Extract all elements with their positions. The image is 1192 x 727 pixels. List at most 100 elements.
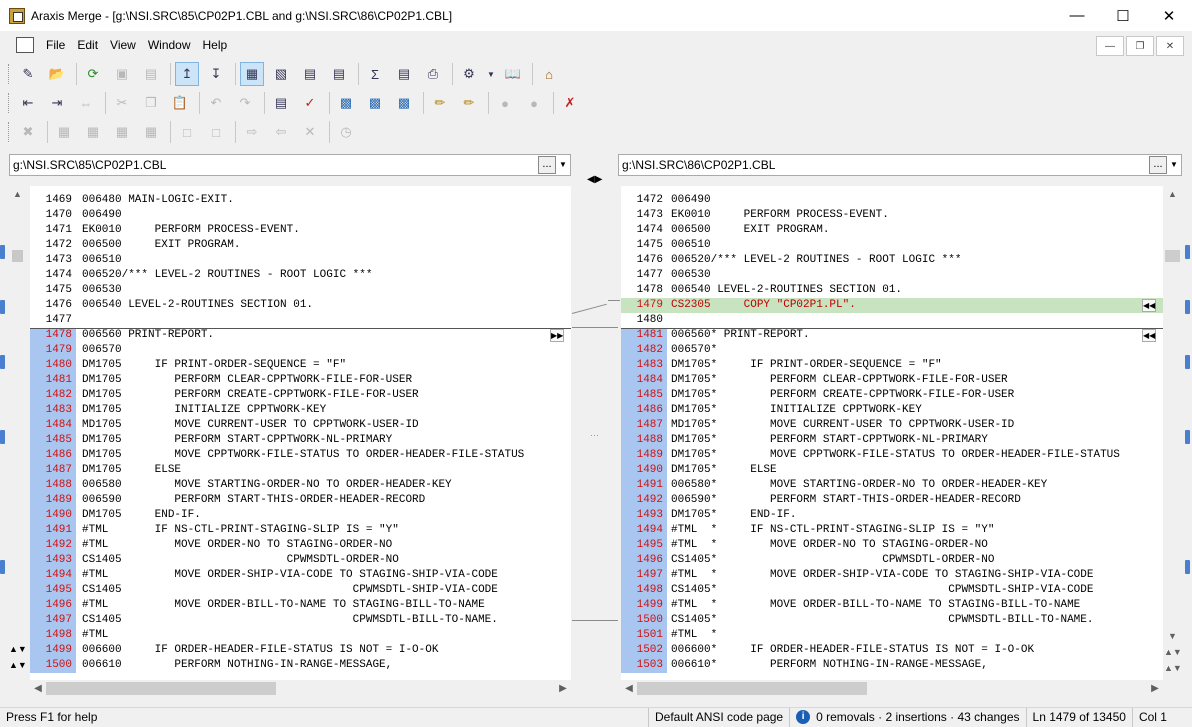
merge-left-icon[interactable]: ⇤	[16, 91, 40, 115]
menu-edit[interactable]: Edit	[71, 38, 104, 52]
new-comparison-icon[interactable]: ✎	[16, 62, 40, 86]
code-line[interactable]: 1473 EK0010 PERFORM PROCESS-EVENT.	[621, 208, 1163, 223]
code-line[interactable]: 1484 MD1705 MOVE CURRENT-USER TO CPPTWORK…	[30, 418, 571, 433]
left-gutter-prev-icon[interactable]: ▲▼	[9, 644, 27, 654]
transfer-back-icon[interactable]: ⇦	[269, 120, 293, 144]
page-edit-icon[interactable]: □	[204, 120, 228, 144]
code-line[interactable]: 1502 006600* IF ORDER-HEADER-FILE-STATUS …	[621, 643, 1163, 658]
report-icon[interactable]: ▤	[392, 62, 416, 86]
left-scroll-left-icon[interactable]: ◀	[30, 680, 46, 697]
code-line[interactable]: 1481 006560* PRINT-REPORT.	[621, 328, 1163, 343]
code-line[interactable]: 1499 006600 IF ORDER-HEADER-FILE-STATUS I…	[30, 643, 571, 658]
pane-swap-icon[interactable]: ◀▶	[587, 174, 602, 185]
grid-split-icon[interactable]: ▦	[110, 120, 134, 144]
code-line[interactable]: 1493 CS1405 CPWMSDTL-ORDER-NO	[30, 553, 571, 568]
code-line[interactable]: 1489 006590 PERFORM START-THIS-ORDER-HEAD…	[30, 493, 571, 508]
code-line[interactable]: 1478 006540 LEVEL-2-ROUTINES SECTION 01.	[621, 283, 1163, 298]
menu-file[interactable]: File	[40, 38, 71, 52]
code-line[interactable]: 1501 #TML *	[621, 628, 1163, 643]
code-line[interactable]: 1488 DM1705* PERFORM START-CPPTWORK-NL-PR…	[621, 433, 1163, 448]
code-line[interactable]: 1503 006610* PERFORM NOTHING-IN-RANGE-MES…	[621, 658, 1163, 673]
highlight-next-icon[interactable]: ✏	[457, 91, 481, 115]
right-gutter-up-icon[interactable]: ▲	[1164, 186, 1181, 203]
left-hscroll-thumb[interactable]	[46, 682, 276, 695]
right-hscroll[interactable]: ◀ ▶	[621, 680, 1163, 697]
left-hscroll[interactable]: ◀ ▶	[30, 680, 571, 697]
left-path-dropdown-icon[interactable]: ▼	[557, 156, 569, 174]
code-line[interactable]: 1479 006570	[30, 343, 571, 358]
code-line[interactable]: 1483 DM1705* IF PRINT-ORDER-SEQUENCE = "F…	[621, 358, 1163, 373]
grid-add-icon[interactable]: ▦	[139, 120, 163, 144]
code-line[interactable]: 1490 DM1705 END-IF.	[30, 508, 571, 523]
code-line[interactable]: 1470 006490	[30, 208, 571, 223]
right-scroll-left-icon[interactable]: ◀	[621, 680, 637, 697]
code-line[interactable]: 1498 #TML	[30, 628, 571, 643]
transfer-icon[interactable]: ⇨	[240, 120, 264, 144]
code-line[interactable]: 1497 CS1405 CPWMSDTL-BILL-TO-NAME.	[30, 613, 571, 628]
code-line[interactable]: 1488 006580 MOVE STARTING-ORDER-NO TO ORD…	[30, 478, 571, 493]
previous-change-icon[interactable]: ↥	[175, 62, 199, 86]
right-browse-button[interactable]: ...	[1149, 156, 1167, 174]
left-browse-button[interactable]: ...	[538, 156, 556, 174]
code-line[interactable]: 1484 DM1705* PERFORM CLEAR-CPPTWORK-FILE-…	[621, 373, 1163, 388]
code-line[interactable]: 1481 DM1705 PERFORM CLEAR-CPPTWORK-FILE-F…	[30, 373, 571, 388]
right-path-field[interactable]: g:\NSI.SRC\86\CP02P1.CBL ... ▼	[618, 154, 1182, 176]
code-line[interactable]: 1471 EK0010 PERFORM PROCESS-EVENT.	[30, 223, 571, 238]
right-insertion-collapse-icon[interactable]: ◀◀	[1142, 299, 1156, 312]
code-line[interactable]: 1489 DM1705* MOVE CPPTWORK-FILE-STATUS TO…	[621, 448, 1163, 463]
code-line[interactable]: 1474 006500 EXIT PROGRAM.	[621, 223, 1163, 238]
right-scroll-right-icon[interactable]: ▶	[1147, 680, 1163, 697]
splitter-grip[interactable]: ⋯	[590, 430, 599, 441]
page-icon[interactable]: □	[175, 120, 199, 144]
code-line[interactable]: 1487 MD1705* MOVE CURRENT-USER TO CPPTWOR…	[621, 418, 1163, 433]
code-line[interactable]: 1498 CS1405* CPWMSDTL-SHIP-VIA-CODE	[621, 583, 1163, 598]
comment-prev-icon[interactable]: ●	[493, 91, 517, 115]
code-line[interactable]: 1480	[621, 313, 1163, 328]
undo-icon[interactable]: ↶	[204, 91, 228, 115]
mdi-restore-button[interactable]: ❐	[1126, 36, 1154, 56]
code-line[interactable]: 1472 006490	[621, 193, 1163, 208]
code-line[interactable]: 1486 DM1705 MOVE CPPTWORK-FILE-STATUS TO …	[30, 448, 571, 463]
code-line[interactable]: 1493 DM1705* END-IF.	[621, 508, 1163, 523]
code-line[interactable]: 1495 CS1405 CPWMSDTL-SHIP-VIA-CODE	[30, 583, 571, 598]
code-line[interactable]: 1486 DM1705* INITIALIZE CPPTWORK-KEY	[621, 403, 1163, 418]
home-icon[interactable]: ⌂	[537, 62, 561, 86]
save-all-icon[interactable]: ▤	[139, 62, 163, 86]
code-line[interactable]: 1490 DM1705* ELSE	[621, 463, 1163, 478]
right-gutter-prev-icon[interactable]: ▲▼	[1164, 644, 1182, 661]
code-line[interactable]: 1478 006560 PRINT-REPORT.	[30, 328, 571, 343]
code-line[interactable]: 1477 006530	[621, 268, 1163, 283]
code-line[interactable]: 1491 #TML IF NS-CTL-PRINT-STAGING-SLIP IS…	[30, 523, 571, 538]
code-line[interactable]: 1496 CS1405* CPWMSDTL-ORDER-NO	[621, 553, 1163, 568]
summary-icon[interactable]: Σ	[363, 62, 387, 86]
code-line[interactable]: 1485 DM1705 PERFORM START-CPPTWORK-NL-PRI…	[30, 433, 571, 448]
close-button[interactable]: ✕	[1146, 0, 1192, 31]
left-scroll-right-icon[interactable]: ▶	[555, 680, 571, 697]
grid-merge-icon[interactable]: ▦	[81, 120, 105, 144]
horizontal-layout-icon[interactable]: ▤	[298, 62, 322, 86]
merge-all-icon[interactable]: ⇔	[74, 91, 98, 115]
code-line[interactable]: 1472 006500 EXIT PROGRAM.	[30, 238, 571, 253]
merge-right-icon[interactable]: ⇥	[45, 91, 69, 115]
code-line[interactable]: 1483 DM1705 INITIALIZE CPPTWORK-KEY	[30, 403, 571, 418]
left-gutter-up-icon[interactable]: ▲	[9, 186, 26, 203]
next-change-icon[interactable]: ↧	[204, 62, 228, 86]
left-path-field[interactable]: g:\NSI.SRC\85\CP02P1.CBL ... ▼	[9, 154, 571, 176]
options-dropdown-icon[interactable]: ▼	[486, 62, 496, 86]
code-line[interactable]: 1476 006540 LEVEL-2-ROUTINES SECTION 01.	[30, 298, 571, 313]
code-line[interactable]: 1500 006610 PERFORM NOTHING-IN-RANGE-MESS…	[30, 658, 571, 673]
code-line[interactable]: 1479 CS2305 COPY "CP02P1.PL".	[621, 298, 1163, 313]
menu-view[interactable]: View	[104, 38, 142, 52]
comment-next-icon[interactable]: ●	[522, 91, 546, 115]
left-file-pane[interactable]: 1469 006480 MAIN-LOGIC-EXIT. 1470 006490 147…	[30, 186, 571, 682]
clear-highlights-icon[interactable]: ✗	[558, 91, 582, 115]
bookmark-set-icon[interactable]: ▩	[334, 91, 358, 115]
copy-icon[interactable]: ❐	[139, 91, 163, 115]
right-file-pane[interactable]: 1472 006490 1473 EK0010 PERFORM PROCESS-EVE…	[621, 186, 1163, 682]
code-line[interactable]: 1497 #TML * MOVE ORDER-SHIP-VIA-CODE TO S…	[621, 568, 1163, 583]
left-gutter-next-icon[interactable]: ▲▼	[9, 660, 27, 670]
code-line[interactable]: 1474 006520/*** LEVEL-2 ROUTINES - ROOT L…	[30, 268, 571, 283]
code-line[interactable]: 1475 006510	[621, 238, 1163, 253]
refresh-icon[interactable]: ⟳	[81, 62, 105, 86]
left-overview-gutter[interactable]: ▲ ▲▼ ▲▼	[9, 186, 27, 682]
